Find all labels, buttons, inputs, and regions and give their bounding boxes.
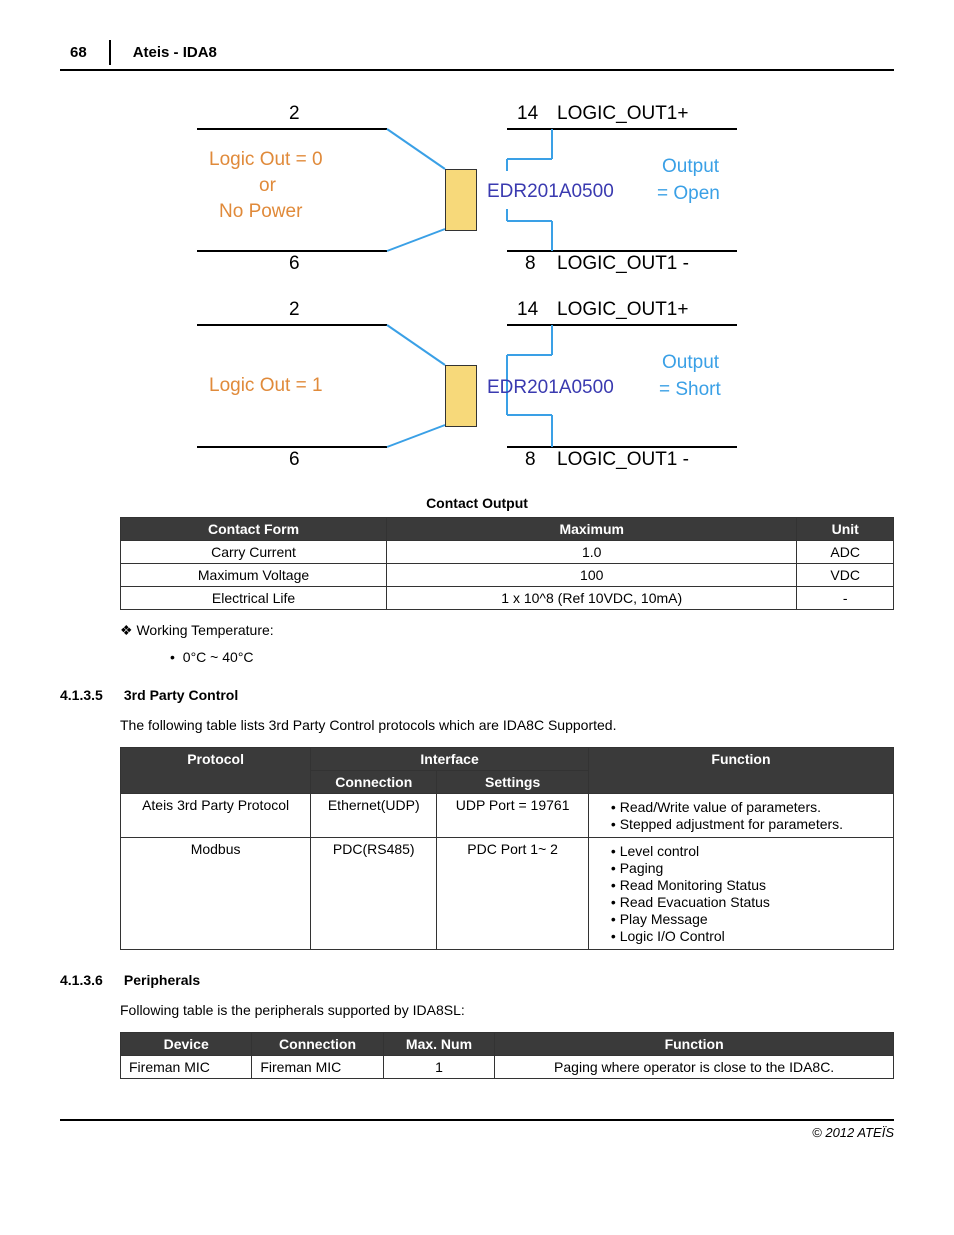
- pin-label: 8: [525, 449, 536, 471]
- working-temp-value: 0°C ~ 40°C: [170, 649, 894, 665]
- pin-label: 8: [525, 253, 536, 275]
- diagram-caption: Contact Output: [60, 495, 894, 511]
- output-state: Output: [662, 156, 719, 178]
- table-row: Ateis 3rd Party Protocol Ethernet(UDP) U…: [121, 794, 894, 838]
- list-item: Read Evacuation Status: [611, 894, 885, 910]
- contact-output-table: Contact Form Maximum Unit Carry Current …: [120, 517, 894, 610]
- table-header: Device: [121, 1033, 252, 1056]
- table-header: Settings: [437, 771, 589, 794]
- signal-label: LOGIC_OUT1 -: [557, 253, 689, 275]
- section-number: 4.1.3.5: [60, 687, 120, 703]
- pin-label: 14: [517, 299, 538, 321]
- list-item: Logic I/O Control: [611, 928, 885, 944]
- function-list: Level control Paging Read Monitoring Sta…: [597, 843, 885, 944]
- table-row: Carry Current 1.0 ADC: [121, 541, 894, 564]
- page-footer: © 2012 ATEÏS: [60, 1119, 894, 1140]
- logic-state: or: [259, 175, 276, 197]
- pin-label: 14: [517, 103, 538, 125]
- signal-label: LOGIC_OUT1 -: [557, 449, 689, 471]
- output-state: = Open: [657, 183, 720, 205]
- section-intro: Following table is the peripherals suppo…: [120, 1002, 894, 1018]
- signal-label: LOGIC_OUT1+: [557, 103, 688, 125]
- table-row: Modbus PDC(RS485) PDC Port 1~ 2 Level co…: [121, 838, 894, 950]
- section-title: Peripherals: [124, 972, 200, 988]
- chip-label: EDR201A0500: [487, 181, 614, 203]
- pin-label: 2: [289, 299, 300, 321]
- table-header: Connection: [252, 1033, 383, 1056]
- table-header: Max. Num: [383, 1033, 495, 1056]
- diagram-open: 2 6 Logic Out = 0 or No Power 14 8 LOGIC…: [60, 101, 894, 291]
- list-item: Paging: [611, 860, 885, 876]
- signal-label: LOGIC_OUT1+: [557, 299, 688, 321]
- function-list: Read/Write value of parameters. Stepped …: [597, 799, 885, 832]
- table-row: Maximum Voltage 100 VDC: [121, 564, 894, 587]
- pin-label: 2: [289, 103, 300, 125]
- table-header: Function: [495, 1033, 894, 1056]
- page-header: 68 Ateis - IDA8: [60, 40, 894, 71]
- relay-block-icon: [445, 169, 477, 231]
- table-row: Fireman MIC Fireman MIC 1 Paging where o…: [121, 1056, 894, 1079]
- pin-label: 6: [289, 449, 300, 471]
- working-temp-label: Working Temperature:: [120, 622, 894, 639]
- list-item: Read Monitoring Status: [611, 877, 885, 893]
- table-header: Contact Form: [121, 518, 387, 541]
- peripherals-table: Device Connection Max. Num Function Fire…: [120, 1032, 894, 1079]
- table-header: Unit: [797, 518, 894, 541]
- page-number: 68: [60, 40, 111, 65]
- third-party-table: Protocol Interface Function Connection S…: [120, 747, 894, 950]
- table-header: Maximum: [387, 518, 797, 541]
- output-state: Output: [662, 352, 719, 374]
- logic-state: No Power: [219, 201, 302, 223]
- list-item: Read/Write value of parameters.: [611, 799, 885, 815]
- section-number: 4.1.3.6: [60, 972, 120, 988]
- output-state: = Short: [659, 379, 721, 401]
- table-header: Protocol: [121, 748, 311, 794]
- pin-label: 6: [289, 253, 300, 275]
- list-item: Stepped adjustment for parameters.: [611, 816, 885, 832]
- section-heading: 4.1.3.6 Peripherals: [60, 972, 894, 988]
- section-title: 3rd Party Control: [124, 687, 238, 703]
- diagram-short: 2 6 Logic Out = 1 14 8 LOGIC_OUT1+ LOGIC…: [60, 297, 894, 487]
- table-header: Function: [588, 748, 893, 794]
- section-intro: The following table lists 3rd Party Cont…: [120, 717, 894, 733]
- section-heading: 4.1.3.5 3rd Party Control: [60, 687, 894, 703]
- list-item: Play Message: [611, 911, 885, 927]
- list-item: Level control: [611, 843, 885, 859]
- relay-block-icon: [445, 365, 477, 427]
- logic-state: Logic Out = 1: [209, 375, 323, 397]
- header-title: Ateis - IDA8: [133, 44, 217, 61]
- table-header: Connection: [311, 771, 437, 794]
- table-row: Electrical Life 1 x 10^8 (Ref 10VDC, 10m…: [121, 587, 894, 610]
- table-header: Interface: [311, 748, 589, 771]
- chip-label: EDR201A0500: [487, 377, 614, 399]
- logic-state: Logic Out = 0: [209, 149, 323, 171]
